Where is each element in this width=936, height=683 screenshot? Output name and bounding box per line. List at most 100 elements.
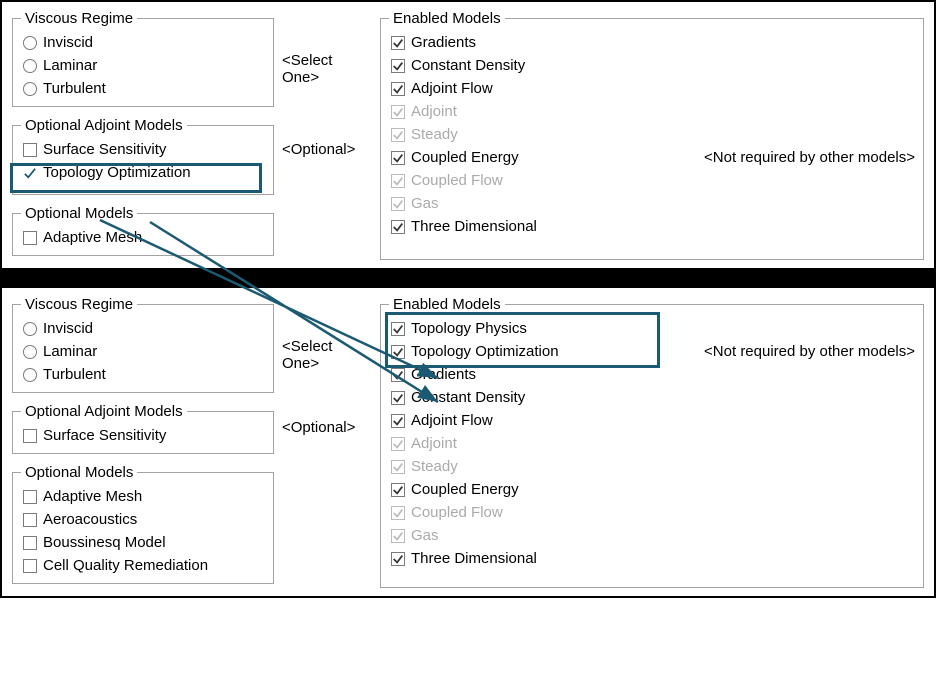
checkbox-icon — [391, 128, 405, 142]
enabled-bottom-label-7: Coupled Energy — [411, 481, 519, 498]
checkbox-icon — [391, 151, 405, 165]
radio-turbulent-bottom[interactable]: Turbulent — [21, 363, 265, 386]
group-enabled-models-top: Enabled Models Gradients Constant Density… — [380, 10, 924, 260]
enabled-bottom-item-6: Steady — [389, 455, 460, 478]
enabled-bottom-label-10: Three Dimensional — [411, 550, 537, 567]
group-optional-models-bottom: Optional Models Adaptive Mesh Aeroacoust… — [12, 464, 274, 584]
hint-optional-top: <Optional> — [282, 117, 372, 158]
checkbox-icon — [391, 414, 405, 428]
checkbox-icon — [23, 513, 37, 527]
checkbox-icon — [23, 490, 37, 504]
radio-laminar-bottom[interactable]: Laminar — [21, 340, 265, 363]
enabled-top-note-5: <Not required by other models> — [704, 149, 915, 166]
group-optional-models-top: Optional Models Adaptive Mesh — [12, 205, 274, 256]
enabled-bottom-item-5: Adjoint — [389, 432, 459, 455]
enabled-bottom-label-8: Coupled Flow — [411, 504, 503, 521]
enabled-bottom-item-9: Gas — [389, 524, 441, 547]
enabled-bottom-item-4[interactable]: Adjoint Flow — [389, 409, 495, 432]
enabled-top-item-1[interactable]: Constant Density — [389, 54, 527, 77]
outer-frame: Viscous Regime Inviscid Laminar Turbulen… — [0, 0, 936, 598]
enabled-top-item-5[interactable]: Coupled Energy — [389, 146, 521, 169]
checkbox-icon — [23, 536, 37, 550]
enabled-bottom-label-1: Topology Optimization — [411, 343, 559, 360]
check-aeroacoustics-bottom[interactable]: Aeroacoustics — [21, 508, 265, 531]
checkbox-icon — [23, 559, 37, 573]
enabled-top-item-4: Steady — [389, 123, 460, 146]
legend-enabled-top: Enabled Models — [389, 10, 505, 27]
radio-laminar-top[interactable]: Laminar — [21, 54, 265, 77]
enabled-bottom-label-4: Adjoint Flow — [411, 412, 493, 429]
checkbox-icon — [391, 529, 405, 543]
legend-opt-adjoint-top: Optional Adjoint Models — [21, 117, 187, 134]
radio-turbulent-top[interactable]: Turbulent — [21, 77, 265, 100]
group-enabled-models-bottom: Enabled Models Topology PhysicsTopology … — [380, 296, 924, 588]
check-cell-quality-bottom[interactable]: Cell Quality Remediation — [21, 554, 265, 577]
enabled-bottom-item-2[interactable]: Gradients — [389, 363, 478, 386]
radio-icon — [23, 345, 37, 359]
hint-select-one-bottom: <Select One> — [282, 296, 372, 372]
enabled-bottom-label-5: Adjoint — [411, 435, 457, 452]
panel-divider — [2, 268, 934, 288]
checkbox-icon — [391, 506, 405, 520]
enabled-bottom-item-1[interactable]: Topology Optimization — [389, 340, 561, 363]
checkbox-icon — [391, 174, 405, 188]
check-icon — [23, 166, 37, 180]
checkbox-icon — [391, 437, 405, 451]
checkbox-icon — [23, 231, 37, 245]
radio-icon — [23, 368, 37, 382]
enabled-top-item-6: Coupled Flow — [389, 169, 505, 192]
radio-icon — [23, 322, 37, 336]
checkbox-icon — [23, 429, 37, 443]
radio-icon — [23, 59, 37, 73]
check-adaptive-mesh-top[interactable]: Adaptive Mesh — [21, 226, 265, 249]
enabled-bottom-label-0: Topology Physics — [411, 320, 527, 337]
checkbox-icon — [391, 197, 405, 211]
checkbox-icon — [391, 59, 405, 73]
group-viscous-regime-bottom: Viscous Regime Inviscid Laminar Turbulen… — [12, 296, 274, 393]
legend-opt-adjoint-bottom: Optional Adjoint Models — [21, 403, 187, 420]
check-surface-sensitivity-bottom[interactable]: Surface Sensitivity — [21, 424, 265, 447]
legend-viscous-bottom: Viscous Regime — [21, 296, 137, 313]
radio-inviscid-bottom[interactable]: Inviscid — [21, 317, 265, 340]
enabled-top-label-8: Three Dimensional — [411, 218, 537, 235]
enabled-bottom-item-0[interactable]: Topology Physics — [389, 317, 529, 340]
checkbox-icon — [391, 82, 405, 96]
checkbox-icon — [391, 552, 405, 566]
panel-before: Viscous Regime Inviscid Laminar Turbulen… — [2, 2, 934, 268]
enabled-top-label-0: Gradients — [411, 34, 476, 51]
check-topology-optimization-top[interactable]: Topology Optimization — [21, 161, 265, 184]
checkbox-icon — [23, 143, 37, 157]
check-surface-sensitivity-top[interactable]: Surface Sensitivity — [21, 138, 265, 161]
checkbox-icon — [391, 322, 405, 336]
checkbox-icon — [391, 483, 405, 497]
enabled-top-item-0[interactable]: Gradients — [389, 31, 478, 54]
group-optional-adjoint-top: Optional Adjoint Models Surface Sensitiv… — [12, 117, 274, 195]
enabled-top-item-2[interactable]: Adjoint Flow — [389, 77, 495, 100]
enabled-bottom-note-1: <Not required by other models> — [704, 343, 915, 360]
legend-opt-models-top: Optional Models — [21, 205, 137, 222]
checkbox-icon — [391, 36, 405, 50]
checkbox-icon — [391, 460, 405, 474]
enabled-bottom-item-3[interactable]: Constant Density — [389, 386, 527, 409]
legend-viscous-top: Viscous Regime — [21, 10, 137, 27]
enabled-top-label-1: Constant Density — [411, 57, 525, 74]
checkbox-icon — [391, 391, 405, 405]
enabled-bottom-item-10[interactable]: Three Dimensional — [389, 547, 539, 570]
hint-select-one-top: <Select One> — [282, 10, 372, 86]
radio-icon — [23, 82, 37, 96]
enabled-top-item-7: Gas — [389, 192, 441, 215]
group-optional-adjoint-bottom: Optional Adjoint Models Surface Sensitiv… — [12, 403, 274, 454]
radio-icon — [23, 36, 37, 50]
enabled-bottom-label-9: Gas — [411, 527, 439, 544]
checkbox-icon — [391, 220, 405, 234]
enabled-top-item-8[interactable]: Three Dimensional — [389, 215, 539, 238]
radio-inviscid-top[interactable]: Inviscid — [21, 31, 265, 54]
enabled-bottom-item-8: Coupled Flow — [389, 501, 505, 524]
enabled-bottom-item-7[interactable]: Coupled Energy — [389, 478, 521, 501]
check-adaptive-mesh-bottom[interactable]: Adaptive Mesh — [21, 485, 265, 508]
legend-opt-models-bottom: Optional Models — [21, 464, 137, 481]
enabled-top-label-5: Coupled Energy — [411, 149, 519, 166]
enabled-top-label-2: Adjoint Flow — [411, 80, 493, 97]
check-boussinesq-bottom[interactable]: Boussinesq Model — [21, 531, 265, 554]
enabled-top-label-7: Gas — [411, 195, 439, 212]
